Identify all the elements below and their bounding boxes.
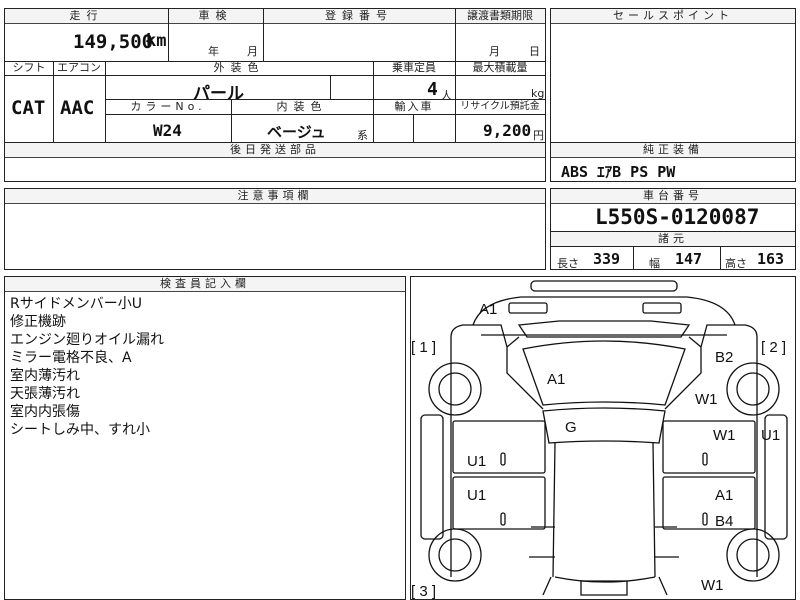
inspector-notes-header: 検査員記入欄	[5, 277, 405, 292]
damage-mark-front-right: B2	[715, 349, 734, 366]
transfer-day-unit: 日	[529, 45, 540, 58]
selling-points-box: セールスポイント	[550, 8, 796, 143]
recycle-fee-unit: 円	[533, 129, 544, 142]
transfer-deadline-label: 譲渡書類期限	[467, 9, 533, 22]
selling-points-header: セールスポイント	[551, 9, 795, 24]
damage-mark-right-side: U1	[761, 427, 781, 444]
inspector-note-line: シートしみ中、すれ小	[10, 422, 150, 438]
standard-equipment-box: 純正装備 ABS ｴｱB PS PW	[550, 142, 796, 182]
damage-mark-right-rear-door-a: A1	[715, 487, 734, 504]
car-damage-diagram: [ 1 ] [ 2 ] [ 3 ] A1 A1 G B2 W1 W1 U1 U1…	[410, 276, 796, 600]
aircon-label: エアコン	[57, 61, 101, 74]
recycle-fee-value: 9,200	[483, 121, 532, 140]
chassis-box: 車台番号 L550S-0120087 諸元 長さ 339 幅 147 高さ 16…	[550, 188, 796, 270]
shift-value: CAT	[11, 97, 46, 119]
damage-mark-right-front-door: W1	[713, 427, 736, 444]
length-value: 339	[593, 250, 621, 268]
length-label: 長さ	[557, 257, 579, 270]
damage-mark-hood: A1	[547, 371, 566, 388]
interior-color-suffix: 系	[357, 129, 368, 142]
import-label: 輸入車	[394, 100, 434, 113]
height-value: 163	[757, 250, 785, 268]
damage-mark-left-rear-door: U1	[467, 487, 487, 504]
max-load-label: 最大積載量	[472, 61, 528, 74]
recycle-fee-label: リサイクル預託金	[460, 101, 540, 112]
damage-mark-roof: G	[565, 419, 577, 436]
later-parts-box: 後日発送部品	[4, 142, 546, 182]
transfer-month-unit: 月	[489, 45, 500, 58]
corner-2-label: [ 2 ]	[761, 339, 787, 356]
car-outline-drawing	[420, 280, 788, 596]
specs-header: 諸元	[551, 232, 795, 247]
standard-equipment-header: 純正装備	[551, 143, 795, 158]
corner-3-label: [ 3 ]	[411, 583, 437, 600]
mileage-label: 走行	[69, 9, 104, 22]
width-label: 幅	[649, 257, 660, 270]
inspector-note-line: エンジン廻りオイル漏れ	[10, 332, 164, 348]
height-label: 高さ	[725, 257, 747, 270]
inspector-note-line: Rサイドメンバー小U	[10, 296, 142, 312]
top-info-table: 走行 車検 登録番号 譲渡書類期限 149,500 km 年 月 月 日 シフト…	[4, 8, 546, 143]
inspection-label: 車検	[198, 9, 233, 22]
shift-label: シフト	[12, 61, 46, 74]
inspector-note-line: 室内薄汚れ	[10, 368, 80, 384]
color-no-label: カラーNo.	[130, 100, 206, 113]
inspector-note-line: 修正機跡	[10, 314, 66, 330]
corner-1-label: [ 1 ]	[411, 339, 437, 356]
width-value: 147	[675, 250, 703, 268]
interior-color-value: ベージュ	[267, 123, 326, 141]
notes-header: 注意事項欄	[5, 189, 545, 204]
chassis-number: L550S-0120087	[595, 205, 760, 229]
standard-equipment-value: ABS ｴｱB PS PW	[561, 163, 676, 181]
inspector-notes-box: 検査員記入欄 Rサイドメンバー小U 修正機跡 エンジン廻りオイル漏れ ミラー電格…	[4, 276, 406, 600]
registration-label: 登録番号	[325, 9, 393, 22]
notes-box: 注意事項欄	[4, 188, 546, 270]
inspection-year-unit: 年	[208, 45, 219, 58]
chassis-header: 車台番号	[551, 189, 795, 204]
damage-mark-right-fender: W1	[695, 391, 718, 408]
capacity-value: 4	[427, 79, 438, 100]
inspector-notes-lines: Rサイドメンバー小U 修正機跡 エンジン廻りオイル漏れ ミラー電格不良、A 室内…	[10, 295, 164, 439]
damage-mark-right-rear-door-b: B4	[715, 513, 734, 530]
interior-color-label: 内装色	[276, 100, 328, 113]
color-no-value: W24	[153, 121, 182, 140]
aircon-value: AAC	[60, 97, 95, 119]
later-parts-header: 後日発送部品	[5, 143, 545, 158]
inspector-note-line: 室内内張傷	[10, 404, 80, 420]
inspector-note-line: ミラー電格不良、A	[10, 350, 132, 366]
damage-mark-right-rear: W1	[701, 577, 724, 594]
inspector-note-line: 天張薄汚れ	[10, 386, 80, 402]
exterior-color-label: 外装色	[213, 61, 265, 74]
damage-mark-left-front-door: U1	[467, 453, 487, 470]
mileage-unit: km	[146, 31, 167, 51]
capacity-label: 乗車定員	[392, 61, 436, 74]
mileage-value: 149,500	[73, 31, 154, 53]
inspection-month-unit: 月	[247, 45, 258, 58]
damage-mark-front: A1	[479, 301, 498, 318]
